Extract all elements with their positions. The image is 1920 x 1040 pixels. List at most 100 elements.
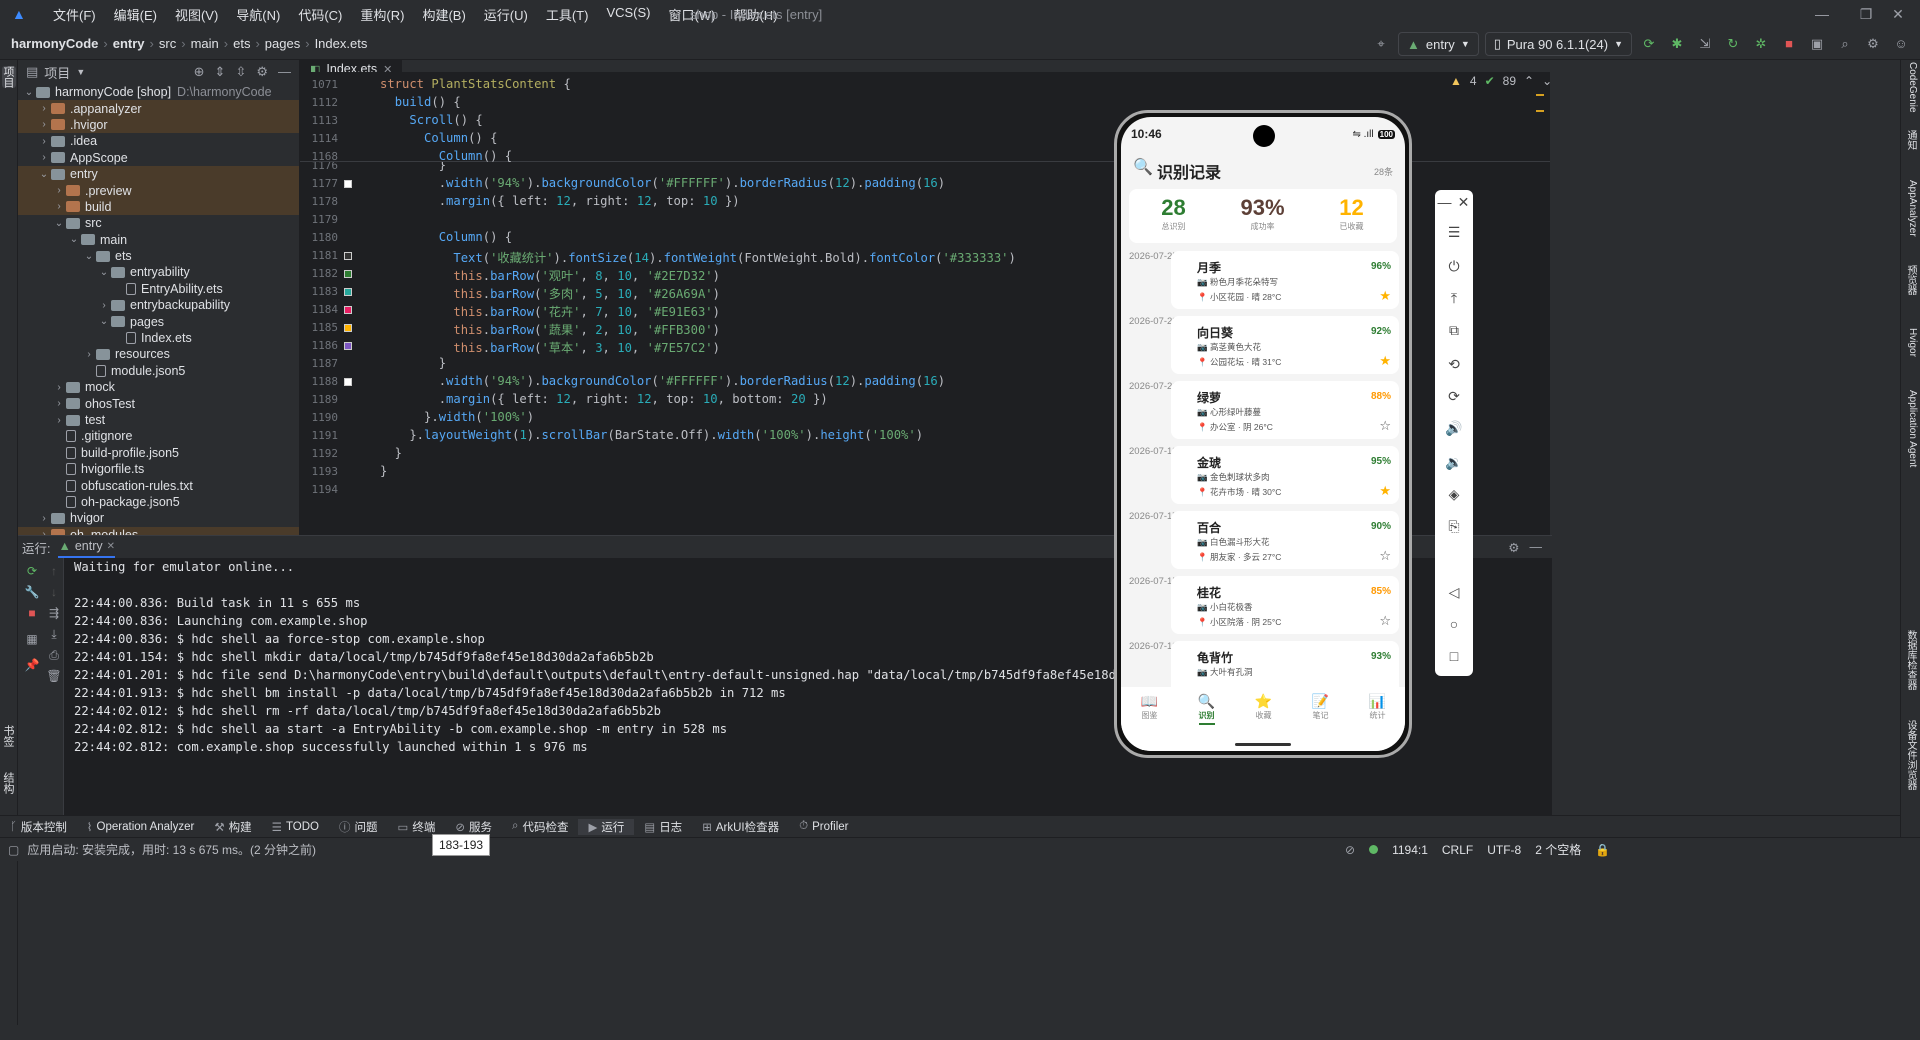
home-icon[interactable]: ○ bbox=[1435, 616, 1473, 632]
record-card[interactable]: 百合 📷 白色漏斗形大花 📍 朋友家 · 多云 27°C 90% ☆ bbox=[1171, 511, 1399, 569]
run-settings-icon[interactable]: ⚙ bbox=[1508, 540, 1519, 555]
tree-item[interactable]: › test bbox=[18, 412, 299, 428]
hide-panel-icon[interactable]: — bbox=[278, 64, 291, 80]
back-icon[interactable]: ◁ bbox=[1435, 584, 1473, 601]
code-line[interactable]: Scroll() { bbox=[380, 113, 482, 127]
menu-item[interactable]: VCS(S) bbox=[597, 5, 659, 24]
scroll-down-icon[interactable]: ↓ bbox=[46, 585, 62, 601]
tree-item[interactable]: › resources bbox=[18, 346, 299, 362]
star-outline-icon[interactable]: ☆ bbox=[1379, 613, 1391, 629]
expand-arrow-icon[interactable]: › bbox=[52, 398, 66, 409]
indent-setting[interactable]: 2 个空格 bbox=[1535, 841, 1581, 858]
tree-item[interactable]: .gitignore bbox=[18, 428, 299, 444]
bottom-tab-4[interactable]: 📊 统计 bbox=[1349, 693, 1405, 721]
emu-minimize-icon[interactable]: — bbox=[1435, 194, 1454, 210]
code-line[interactable]: Text('收藏统计').fontSize(14).fontWeight(Fon… bbox=[380, 248, 1015, 266]
tree-item[interactable]: › .idea bbox=[18, 133, 299, 149]
tree-item[interactable]: › hvigor bbox=[18, 510, 299, 526]
locate-icon[interactable]: ⌖ bbox=[1370, 33, 1392, 55]
right-tool-tab[interactable]: Application Agent bbox=[1904, 390, 1918, 467]
bottom-tool-2[interactable]: ⚒ 构建 bbox=[204, 819, 261, 835]
tree-item[interactable]: build-profile.json5 bbox=[18, 445, 299, 461]
power-icon[interactable]: ⏻ bbox=[1435, 258, 1473, 275]
bottom-tool-1[interactable]: ⌇ Operation Analyzer bbox=[77, 820, 204, 834]
record-card[interactable]: 绿萝 📷 心形绿叶藤蔓 📍 办公室 · 阴 26°C 88% ☆ bbox=[1171, 381, 1399, 439]
right-tool-tab[interactable]: 预览器 bbox=[1904, 265, 1918, 295]
close-run-tab-icon[interactable]: ✕ bbox=[107, 541, 115, 552]
expand-arrow-icon[interactable]: › bbox=[37, 119, 51, 130]
bottom-tab-3[interactable]: 📝 笔记 bbox=[1292, 693, 1349, 721]
menu-item[interactable]: 代码(C) bbox=[289, 5, 351, 24]
tree-item[interactable]: EntryAbility.ets bbox=[18, 281, 299, 297]
code-line[interactable]: Column() { bbox=[380, 149, 512, 163]
bottom-tool-5[interactable]: ▭ 终端 bbox=[387, 819, 445, 835]
tree-item[interactable]: obfuscation-rules.txt bbox=[18, 477, 299, 493]
print-icon[interactable]: ⎙ bbox=[46, 648, 62, 664]
bookmarks-tool-tab[interactable]: 书签 bbox=[2, 725, 16, 747]
expand-arrow-icon[interactable]: ⌄ bbox=[52, 218, 66, 229]
expand-arrow-icon[interactable]: › bbox=[37, 513, 51, 524]
breadcrumb-item[interactable]: pages bbox=[262, 36, 303, 51]
tree-item[interactable]: ⌄ entry bbox=[18, 165, 299, 183]
refresh-run-icon[interactable]: ⟳ bbox=[1638, 33, 1660, 55]
code-line[interactable]: }.layoutWeight(1).scrollBar(BarState.Off… bbox=[380, 428, 923, 442]
expand-arrow-icon[interactable]: › bbox=[52, 201, 66, 212]
scroll-up-icon[interactable]: ↑ bbox=[46, 564, 62, 580]
bottom-tool-4[interactable]: ⓘ 问题 bbox=[329, 819, 388, 835]
expand-arrow-icon[interactable]: ⌄ bbox=[37, 169, 51, 180]
right-tool-tab[interactable]: CodeGenie bbox=[1904, 62, 1918, 113]
project-tool-tab[interactable]: 项目 bbox=[2, 66, 16, 88]
code-line[interactable]: } bbox=[380, 446, 402, 460]
right-tool-tab[interactable]: Hvigor bbox=[1904, 328, 1918, 357]
line-ending[interactable]: CRLF bbox=[1442, 843, 1473, 857]
run-config-select[interactable]: ▲ entry ▼ bbox=[1398, 32, 1479, 56]
right-tool-tab[interactable]: 数据库检查器 bbox=[1904, 630, 1918, 690]
expand-arrow-icon[interactable]: ⌄ bbox=[22, 87, 36, 98]
no-connection-icon[interactable]: ⊘ bbox=[1345, 843, 1355, 857]
menu-item[interactable]: 构建(B) bbox=[413, 5, 474, 24]
search-icon[interactable]: ⌕ bbox=[1834, 33, 1856, 55]
menu-item[interactable]: 重构(R) bbox=[351, 5, 413, 24]
code-line[interactable]: this.barRow('多肉', 5, 10, '#26A69A') bbox=[380, 284, 720, 302]
bottom-tab-2[interactable]: ⭐ 收藏 bbox=[1235, 693, 1292, 721]
tree-item[interactable]: › entrybackupability bbox=[18, 297, 299, 313]
pin-top-icon[interactable]: ⤒ bbox=[1435, 290, 1473, 307]
star-outline-icon[interactable]: ☆ bbox=[1379, 418, 1391, 434]
expand-arrow-icon[interactable]: › bbox=[52, 382, 66, 393]
previous-highlight-icon[interactable]: ⌃ bbox=[1524, 74, 1534, 88]
right-tool-tab[interactable]: 设备文件浏览器 bbox=[1904, 720, 1918, 790]
expand-arrow-icon[interactable]: › bbox=[37, 152, 51, 163]
breadcrumb-item[interactable]: harmonyCode bbox=[8, 36, 101, 51]
crop-icon[interactable]: ⧉ bbox=[1435, 322, 1473, 339]
code-line[interactable]: this.barRow('草本', 3, 10, '#7E57C2') bbox=[380, 338, 720, 356]
warning-marker[interactable] bbox=[1536, 94, 1544, 112]
close-window-button[interactable]: ✕ bbox=[1876, 0, 1920, 28]
tree-item[interactable]: › mock bbox=[18, 379, 299, 395]
bottom-tool-7[interactable]: ⌕ 代码检查 bbox=[502, 819, 578, 835]
expand-arrow-icon[interactable]: › bbox=[37, 103, 51, 114]
code-line[interactable]: } bbox=[380, 356, 446, 370]
run-tab-entry[interactable]: ▲ entry ✕ bbox=[58, 536, 116, 558]
tree-item[interactable]: ⌄ ets bbox=[18, 248, 299, 264]
menu-item[interactable]: 视图(V) bbox=[166, 5, 227, 24]
tree-item[interactable]: ⌄ entryability bbox=[18, 264, 299, 280]
color-swatch-icon[interactable] bbox=[344, 342, 352, 350]
expand-arrow-icon[interactable]: ⌄ bbox=[67, 234, 81, 245]
tree-item[interactable]: oh-package.json5 bbox=[18, 494, 299, 510]
tree-item[interactable]: › .appanalyzer bbox=[18, 100, 299, 117]
tree-item[interactable]: ⌄ harmonyCode [shop] D:\harmonyCode bbox=[18, 84, 299, 100]
recents-icon[interactable]: □ bbox=[1435, 648, 1473, 664]
expand-arrow-icon[interactable]: ⌄ bbox=[82, 251, 96, 262]
project-panel-title[interactable]: 项目 bbox=[44, 63, 70, 82]
tree-item[interactable]: › .preview bbox=[18, 182, 299, 199]
expand-arrow-icon[interactable]: › bbox=[97, 300, 111, 311]
star-filled-icon[interactable]: ★ bbox=[1379, 353, 1391, 369]
record-card[interactable]: 金琥 📷 金色刺球状多肉 📍 花卉市场 · 晴 30°C 95% ★ bbox=[1171, 446, 1399, 504]
code-line[interactable]: .width('94%').backgroundColor('#FFFFFF')… bbox=[380, 176, 945, 190]
code-line[interactable]: this.barRow('观叶', 8, 10, '#2E7D32') bbox=[380, 266, 720, 284]
device-manager-icon[interactable]: ▣ bbox=[1806, 33, 1828, 55]
expand-arrow-icon[interactable]: › bbox=[52, 415, 66, 426]
stop-run-icon[interactable]: ■ bbox=[24, 606, 40, 622]
menu-item[interactable]: 编辑(E) bbox=[105, 5, 166, 24]
expand-all-icon[interactable]: ⇕ bbox=[215, 64, 226, 80]
